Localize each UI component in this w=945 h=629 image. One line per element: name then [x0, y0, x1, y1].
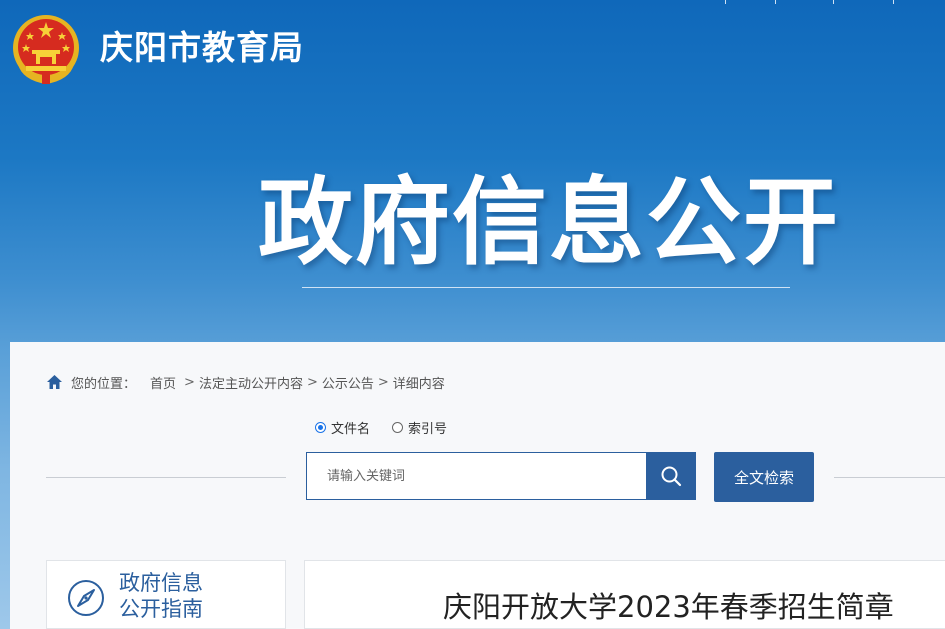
- search-icon: [661, 466, 682, 487]
- breadcrumb-separator: >: [377, 374, 389, 390]
- content-area: 您的位置： 首页 > 法定主动公开内容 > 公示公告 > 详细内容 文件名 索引…: [10, 342, 945, 629]
- radio-filename-label: 文件名: [331, 422, 371, 437]
- fulltext-search-button[interactable]: 全文检索: [714, 452, 814, 502]
- search-button[interactable]: [646, 452, 696, 500]
- guide-title-line2: 公开指南: [119, 597, 203, 621]
- article-panel: 庆阳开放大学2023年春季招生简章: [304, 560, 945, 629]
- radio-dot[interactable]: [392, 422, 404, 433]
- national-emblem-icon: [13, 15, 79, 84]
- divider-right: [834, 477, 945, 478]
- breadcrumb-detail: 详细内容: [392, 376, 445, 392]
- guide-title-line1: 政府信息: [119, 571, 203, 595]
- header-banner: 庆阳市教育局 政府信息公开: [0, 0, 945, 342]
- search-type-options: 文件名 索引号: [315, 418, 469, 437]
- disclosure-guide-card[interactable]: 政府信息 公开指南: [46, 560, 286, 629]
- radio-dot[interactable]: [315, 422, 326, 433]
- site-title[interactable]: 庆阳市教育局: [100, 28, 304, 68]
- radio-filename[interactable]: 文件名: [315, 418, 370, 437]
- search-box: [306, 452, 646, 500]
- search-input[interactable]: [307, 453, 627, 499]
- breadcrumb-announcements[interactable]: 公示公告: [322, 373, 374, 392]
- compass-icon: [68, 580, 104, 616]
- breadcrumb-label: 您的位置：: [71, 376, 137, 392]
- breadcrumb-statutory-disclosure[interactable]: 法定主动公开内容: [199, 373, 303, 392]
- breadcrumb-separator: >: [306, 374, 318, 390]
- top-links: [725, 0, 945, 6]
- divider-left: [46, 477, 286, 478]
- article-title: 庆阳开放大学2023年春季招生简章: [443, 590, 894, 624]
- hero-title: 政府信息公开: [258, 168, 841, 278]
- breadcrumb: 您的位置： 首页 > 法定主动公开内容 > 公示公告 > 详细内容: [46, 372, 445, 392]
- radio-index-number-label: 索引号: [408, 422, 448, 437]
- hero-underline: [302, 287, 790, 288]
- breadcrumb-home[interactable]: 首页: [150, 373, 176, 392]
- radio-index-number[interactable]: 索引号: [392, 418, 447, 437]
- breadcrumb-separator: >: [184, 374, 195, 390]
- home-icon: [47, 375, 62, 389]
